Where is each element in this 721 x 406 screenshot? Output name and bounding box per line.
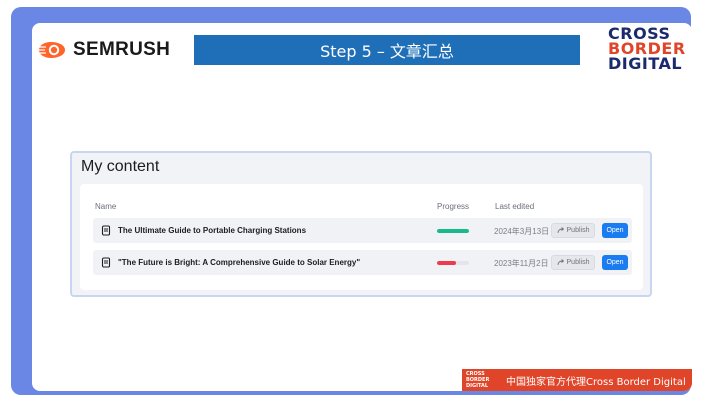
last-edited-date: 2023年11月2日: [494, 259, 549, 268]
table-row[interactable]: "The Future is Bright: A Comprehensive G…: [93, 250, 632, 275]
content-table: Name Progress Last edited The Ultimate G…: [80, 184, 643, 290]
cross-border-digital-logo: CROSS BORDER DIGITAL: [608, 26, 685, 73]
share-arrow-icon: [557, 227, 564, 234]
step-title: Step 5 – 文章汇总: [320, 42, 454, 61]
document-icon: [101, 257, 111, 268]
footer-logo: CROSS BORDER DIGITAL: [466, 371, 498, 389]
slide: SEMRUSH Step 5 – 文章汇总 CROSS BORDER DIGIT…: [32, 23, 692, 391]
progress-fill: [437, 261, 457, 265]
step-title-banner: Step 5 – 文章汇总: [194, 35, 580, 65]
card-title: My content: [81, 158, 160, 175]
table-row[interactable]: The Ultimate Guide to Portable Charging …: [93, 218, 632, 243]
semrush-logo: SEMRUSH: [37, 39, 170, 61]
footer-banner: CROSS BORDER DIGITAL 中国独家官方代理Cross Borde…: [462, 369, 692, 391]
column-header-progress: Progress: [437, 202, 470, 211]
publish-label: Publish: [566, 259, 590, 266]
logo-line-3: DIGITAL: [608, 54, 683, 73]
row-title[interactable]: The Ultimate Guide to Portable Charging …: [118, 226, 306, 235]
row-title[interactable]: "The Future is Bright: A Comprehensive G…: [118, 258, 360, 267]
last-edited-date: 2024年3月13日: [494, 227, 550, 236]
publish-button[interactable]: Publish: [551, 223, 595, 238]
progress-bar: [437, 229, 469, 233]
column-header-name: Name: [95, 202, 117, 211]
progress-bar: [437, 261, 469, 265]
document-icon: [101, 225, 111, 236]
my-content-card: My content Name Progress Last edited The…: [70, 151, 652, 297]
footer-logo-line-3: DIGITAL: [466, 383, 489, 389]
column-header-last-edited: Last edited: [495, 202, 535, 211]
open-button[interactable]: Open: [602, 255, 628, 270]
publish-label: Publish: [566, 227, 590, 234]
open-button[interactable]: Open: [602, 223, 628, 238]
publish-button[interactable]: Publish: [551, 255, 595, 270]
footer-text: 中国独家官方代理Cross Border Digital: [506, 376, 686, 388]
semrush-flame-icon: [37, 42, 65, 58]
progress-fill: [437, 229, 469, 233]
share-arrow-icon: [557, 259, 564, 266]
slide-frame: SEMRUSH Step 5 – 文章汇总 CROSS BORDER DIGIT…: [11, 7, 692, 395]
semrush-wordmark: SEMRUSH: [73, 39, 171, 60]
